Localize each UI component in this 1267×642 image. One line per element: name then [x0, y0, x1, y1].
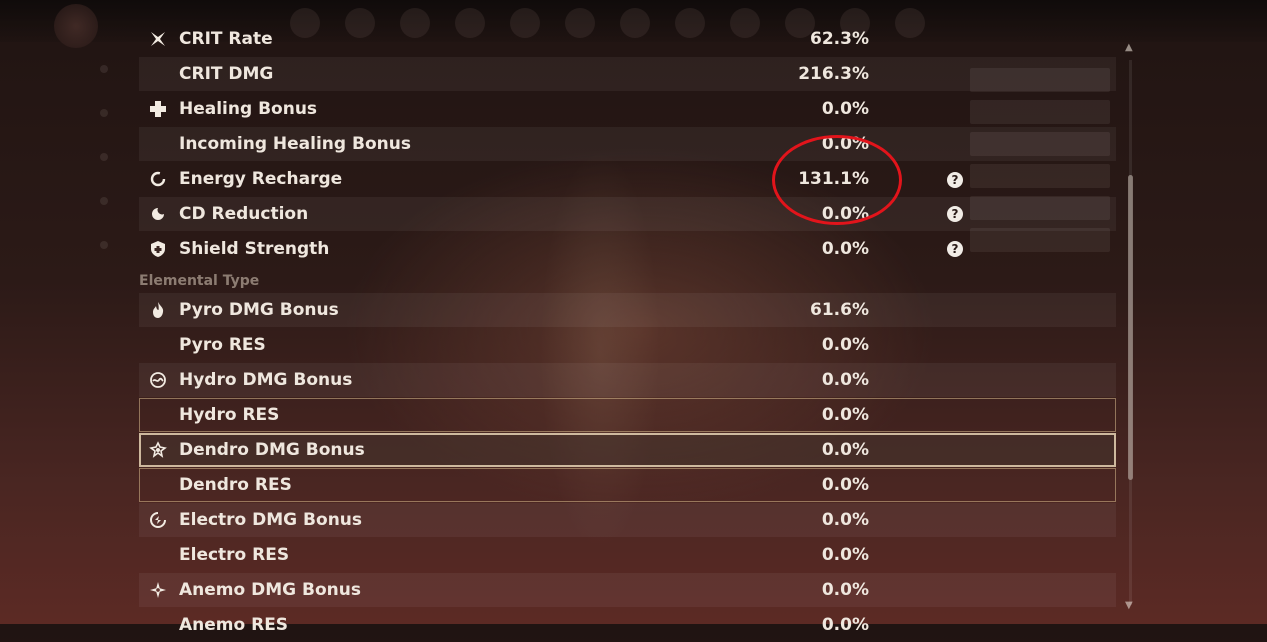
stat-label: Anemo DMG Bonus	[179, 580, 361, 600]
stat-label: Electro DMG Bonus	[179, 510, 363, 530]
stat-row-pyro-res[interactable]: Pyro RES 0.0%	[139, 328, 1116, 362]
stat-row-hydro-res[interactable]: Hydro RES 0.0%	[139, 398, 1116, 432]
stat-value: 0.0%	[821, 99, 869, 119]
stat-value: 0.0%	[821, 440, 869, 460]
stat-label: CRIT Rate	[179, 29, 273, 49]
stat-label: Healing Bonus	[179, 99, 318, 119]
stat-row-healing-bonus[interactable]: Healing Bonus 0.0%	[139, 92, 1116, 126]
stat-row-pyro-dmg-bonus[interactable]: Pyro DMG Bonus 61.6%	[139, 293, 1116, 327]
stat-value: 0.0%	[821, 545, 869, 565]
scroll-down-icon[interactable]: ▼	[1125, 600, 1133, 611]
stat-label: Shield Strength	[179, 239, 330, 259]
electro-icon	[149, 511, 167, 529]
stat-row-cd-reduction[interactable]: CD Reduction 0.0%	[139, 197, 1116, 231]
stat-value: 0.0%	[821, 335, 869, 355]
stat-label: Energy Recharge	[179, 169, 343, 189]
stat-row-anemo-res[interactable]: Anemo RES 0.0%	[139, 608, 1116, 642]
dendro-icon	[149, 441, 167, 459]
shield-icon	[149, 240, 167, 258]
stat-value: 62.3%	[810, 29, 869, 49]
energy-recharge-icon	[149, 170, 167, 188]
stat-label: Pyro DMG Bonus	[179, 300, 339, 320]
help-button[interactable]: ?	[947, 241, 963, 257]
game-logo	[54, 4, 98, 48]
stat-value: 216.3%	[798, 64, 869, 84]
section-header-elemental-type: Elemental Type	[139, 273, 260, 289]
stat-label: Dendro RES	[179, 475, 292, 495]
help-button[interactable]: ?	[947, 206, 963, 222]
stat-value: 0.0%	[821, 580, 869, 600]
stat-label: Anemo RES	[179, 615, 289, 635]
stat-value: 0.0%	[821, 615, 869, 635]
stat-value: 0.0%	[821, 370, 869, 390]
stat-label: Hydro DMG Bonus	[179, 370, 353, 390]
stat-row-crit-rate[interactable]: CRIT Rate 62.3%	[139, 22, 1116, 56]
pyro-icon	[149, 301, 167, 319]
annotation-circle	[772, 135, 902, 225]
stat-value: 0.0%	[821, 475, 869, 495]
stat-label: Dendro DMG Bonus	[179, 440, 365, 460]
scroll-up-icon[interactable]: ▲	[1125, 42, 1133, 53]
stat-row-dendro-dmg-bonus[interactable]: Dendro DMG Bonus 0.0%	[139, 433, 1116, 467]
crit-rate-icon	[149, 30, 167, 48]
stat-label: Hydro RES	[179, 405, 280, 425]
stat-label: Electro RES	[179, 545, 290, 565]
help-button[interactable]: ?	[947, 172, 963, 188]
healing-icon	[149, 100, 167, 118]
stat-row-shield-strength[interactable]: Shield Strength 0.0%	[139, 232, 1116, 266]
attribute-details-panel: CRIT Rate 62.3% CRIT DMG 216.3% Healing …	[139, 22, 1116, 635]
stat-row-anemo-dmg-bonus[interactable]: Anemo DMG Bonus 0.0%	[139, 573, 1116, 607]
scrollbar-thumb[interactable]	[1128, 175, 1133, 480]
stat-label: CRIT DMG	[179, 64, 274, 84]
side-nav	[100, 65, 140, 285]
stat-label: CD Reduction	[179, 204, 309, 224]
stat-row-crit-dmg[interactable]: CRIT DMG 216.3%	[139, 57, 1116, 91]
stat-value: 0.0%	[821, 239, 869, 259]
stat-label: Pyro RES	[179, 335, 266, 355]
stat-value: 0.0%	[821, 510, 869, 530]
stat-row-electro-dmg-bonus[interactable]: Electro DMG Bonus 0.0%	[139, 503, 1116, 537]
anemo-icon	[149, 581, 167, 599]
stat-row-electro-res[interactable]: Electro RES 0.0%	[139, 538, 1116, 572]
hydro-icon	[149, 371, 167, 389]
stat-row-hydro-dmg-bonus[interactable]: Hydro DMG Bonus 0.0%	[139, 363, 1116, 397]
stat-value: 0.0%	[821, 405, 869, 425]
stat-row-dendro-res[interactable]: Dendro RES 0.0%	[139, 468, 1116, 502]
stat-row-incoming-healing-bonus[interactable]: Incoming Healing Bonus 0.0%	[139, 127, 1116, 161]
stat-label: Incoming Healing Bonus	[179, 134, 411, 154]
stat-row-energy-recharge[interactable]: Energy Recharge 131.1%	[139, 162, 1116, 196]
cd-reduction-icon	[149, 205, 167, 223]
stat-value: 61.6%	[810, 300, 869, 320]
